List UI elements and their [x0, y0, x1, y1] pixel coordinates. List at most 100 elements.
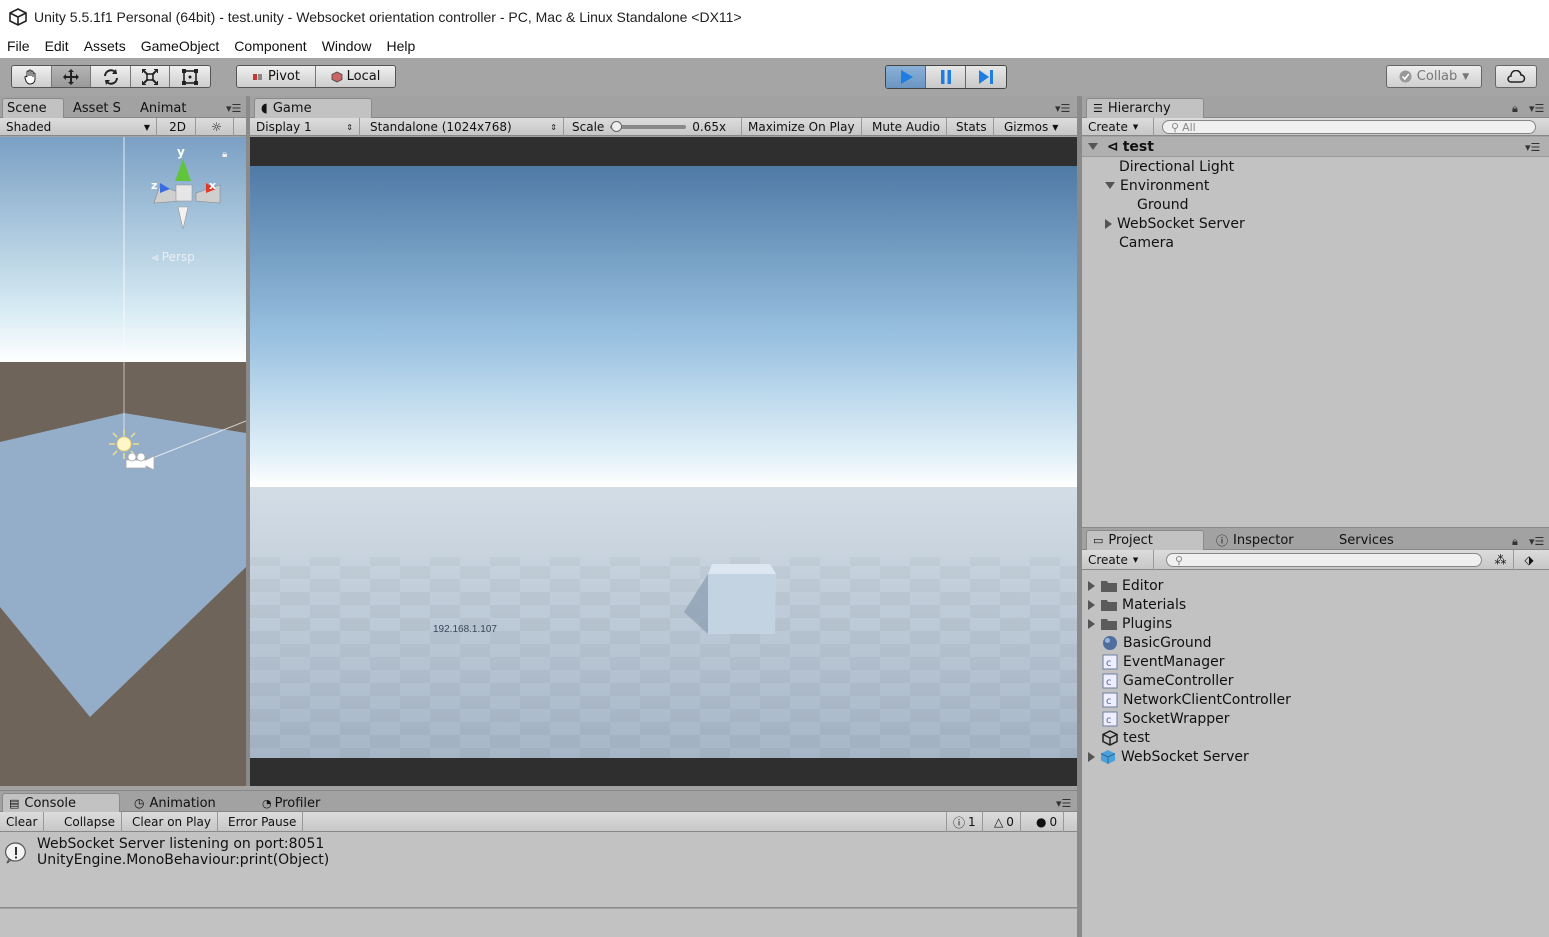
- menu-window[interactable]: Window: [315, 38, 380, 54]
- collapse-arrow-icon[interactable]: [1105, 218, 1112, 229]
- main-toolbar: Pivot Local Collab ▼: [0, 58, 1549, 96]
- rotate-tool-button[interactable]: [91, 66, 131, 87]
- hierarchy-item-ground[interactable]: Ground: [1137, 195, 1189, 214]
- panel-menu-icon[interactable]: ▾☰: [1055, 102, 1070, 115]
- project-item-websocket-server-prefab[interactable]: WebSocket Server: [1088, 747, 1249, 766]
- hierarchy-item-environment[interactable]: Environment: [1105, 176, 1209, 195]
- toggle-2d-button[interactable]: 2D: [160, 118, 196, 136]
- console-collapse-button[interactable]: Collapse: [58, 812, 122, 832]
- tab-animation-label: Animation: [149, 795, 216, 811]
- rect-tool-button[interactable]: [170, 66, 210, 87]
- display-dropdown[interactable]: Display 1 ⇕: [250, 118, 360, 136]
- scale-slider-thumb[interactable]: [610, 121, 622, 132]
- pause-button[interactable]: [926, 66, 966, 88]
- project-item-networkclientcontroller[interactable]: c NetworkClientController: [1102, 690, 1291, 709]
- cloud-button[interactable]: [1495, 65, 1537, 88]
- lock-icon[interactable]: 🔒︎: [1512, 535, 1518, 549]
- tab-animator[interactable]: Animat: [134, 98, 192, 118]
- filter-by-type-button[interactable]: ⁂: [1488, 550, 1514, 570]
- panel-menu-icon[interactable]: ▾☰: [1529, 535, 1544, 548]
- menu-assets[interactable]: Assets: [77, 38, 134, 54]
- hierarchy-item-websocket-server[interactable]: WebSocket Server: [1105, 214, 1245, 233]
- info-filter-toggle[interactable]: ⓘ 1: [946, 812, 983, 832]
- tab-hierarchy[interactable]: ☰ Hierarchy: [1086, 98, 1204, 118]
- scale-slider[interactable]: [610, 121, 687, 132]
- project-item-test-scene[interactable]: test: [1102, 728, 1150, 747]
- move-tool-button[interactable]: [51, 66, 92, 87]
- project-item-socketwrapper[interactable]: c SocketWrapper: [1102, 709, 1230, 728]
- project-item-plugins[interactable]: Plugins: [1088, 614, 1172, 633]
- project-create-button[interactable]: Create ▼: [1082, 550, 1154, 570]
- maximize-on-play-button[interactable]: Maximize On Play: [742, 118, 862, 136]
- panel-menu-icon[interactable]: ▾☰: [226, 102, 241, 115]
- console-error-pause-button[interactable]: Error Pause: [222, 812, 304, 832]
- tab-inspector[interactable]: ⓘ Inspector: [1210, 530, 1300, 550]
- project-item-editor[interactable]: Editor: [1088, 576, 1163, 595]
- menu-gameobject[interactable]: GameObject: [134, 38, 228, 54]
- scene-menu-icon[interactable]: ▾☰: [1525, 141, 1540, 154]
- tab-console[interactable]: ▤ Console: [2, 793, 120, 813]
- step-button[interactable]: [966, 66, 1006, 88]
- menu-component[interactable]: Component: [227, 38, 314, 54]
- project-item-eventmanager[interactable]: c EventManager: [1102, 652, 1224, 671]
- tab-scene[interactable]: Scene: [2, 98, 64, 118]
- play-button[interactable]: [886, 66, 926, 88]
- pivot-button[interactable]: Pivot: [237, 66, 316, 87]
- console-clear-button[interactable]: Clear: [0, 812, 45, 832]
- scene-header-row[interactable]: ⊲ test ▾☰: [1082, 137, 1549, 157]
- collapse-arrow-icon[interactable]: [1088, 580, 1095, 591]
- unity-scene-icon: [1102, 729, 1118, 746]
- collapse-arrow-icon[interactable]: [1088, 599, 1095, 610]
- lock-icon[interactable]: 🔒︎: [222, 149, 227, 160]
- console-clear-on-play-button[interactable]: Clear on Play: [126, 812, 218, 832]
- hierarchy-create-button[interactable]: Create ▼: [1082, 118, 1154, 136]
- svg-text:c: c: [1106, 658, 1112, 669]
- lock-icon[interactable]: 🔒︎: [1512, 102, 1518, 116]
- filter-by-label-button[interactable]: ⬗: [1516, 550, 1542, 570]
- game-view[interactable]: 192.168.1.107: [250, 137, 1077, 786]
- error-filter-toggle[interactable]: ● 0: [1030, 812, 1065, 832]
- expand-arrow-icon[interactable]: [1105, 182, 1115, 189]
- collapse-arrow-icon[interactable]: [1088, 618, 1095, 629]
- project-item-basicground[interactable]: BasicGround: [1102, 633, 1212, 652]
- hierarchy-item-camera[interactable]: Camera: [1119, 233, 1174, 252]
- panel-menu-icon[interactable]: ▾☰: [1529, 102, 1544, 115]
- project-search-input[interactable]: ⚲: [1166, 553, 1482, 567]
- shading-dropdown[interactable]: Shaded ▼: [0, 118, 157, 136]
- resolution-dropdown[interactable]: Standalone (1024x768) ⇕: [364, 118, 564, 136]
- scale-label: Scale: [572, 120, 605, 134]
- warning-count: 0: [1006, 815, 1014, 829]
- lighting-toggle[interactable]: ☼: [200, 118, 234, 136]
- tab-asset-store[interactable]: Asset S: [67, 98, 127, 118]
- tab-game[interactable]: ◖ Game: [254, 98, 372, 118]
- local-button[interactable]: Local: [316, 66, 395, 87]
- hierarchy-item-directional-light[interactable]: Directional Light: [1119, 157, 1234, 176]
- project-item-materials[interactable]: Materials: [1088, 595, 1186, 614]
- stats-button[interactable]: Stats: [950, 118, 994, 136]
- mute-audio-button[interactable]: Mute Audio: [866, 118, 947, 136]
- cloud-icon: [1507, 69, 1526, 83]
- expand-arrow-icon[interactable]: [1088, 143, 1098, 150]
- persp-toggle[interactable]: ⪡ Persp: [152, 250, 195, 265]
- project-item-gamecontroller[interactable]: c GameController: [1102, 671, 1234, 690]
- scene-view[interactable]: y z x 🔒︎ ⪡ Persp: [0, 137, 246, 786]
- tab-services[interactable]: Services: [1333, 530, 1400, 550]
- tab-project[interactable]: ▭ Project: [1086, 530, 1204, 550]
- warning-filter-toggle[interactable]: △ 0: [988, 812, 1021, 832]
- hierarchy-search-input[interactable]: ⚲ All: [1162, 120, 1536, 134]
- gizmos-button[interactable]: Gizmos ▼: [998, 118, 1064, 136]
- tab-profiler[interactable]: ◔ Profiler: [256, 793, 326, 813]
- panel-menu-icon[interactable]: ▾☰: [1056, 797, 1071, 810]
- collab-button[interactable]: Collab ▼: [1386, 65, 1482, 88]
- hand-tool-button[interactable]: [12, 66, 52, 87]
- collapse-arrow-icon[interactable]: [1088, 751, 1095, 762]
- menu-edit[interactable]: Edit: [38, 38, 77, 54]
- console-log-entry[interactable]: WebSocket Server listening on port:8051 …: [0, 835, 1077, 871]
- window-title: Unity 5.5.1f1 Personal (64bit) - test.un…: [34, 8, 742, 25]
- tab-animation[interactable]: ◷ Animation: [128, 793, 222, 813]
- scale-tool-button[interactable]: [130, 66, 171, 87]
- directional-light-gizmo[interactable]: [104, 427, 160, 477]
- menu-help[interactable]: Help: [379, 38, 423, 54]
- menu-file[interactable]: File: [0, 38, 38, 54]
- project-toolbar: Create ▼ ⚲ ⁂ ⬗: [1082, 550, 1549, 570]
